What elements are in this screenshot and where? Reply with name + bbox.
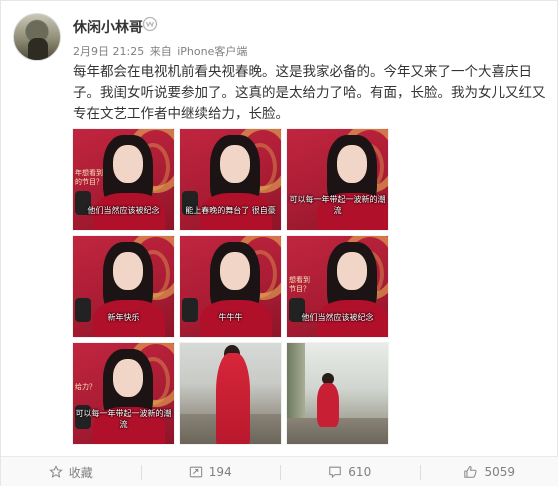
star-icon [48, 465, 63, 478]
username[interactable]: 休闲小林哥 [73, 17, 143, 37]
vip-badge-icon [142, 16, 158, 32]
image-caption: 他们当然应该被纪念 [301, 313, 374, 322]
favorite-button[interactable]: 收藏 [1, 457, 141, 486]
post-text: 每年都会在电视机前看央视春晚。这是我家必备的。今年又来了一个大喜庆日子。我闺女听… [73, 64, 546, 122]
avatar[interactable] [13, 13, 61, 61]
repost-icon [189, 466, 203, 478]
from-label: 来自 [149, 45, 172, 58]
image-caption: 牛牛牛 [218, 313, 243, 322]
comment-button[interactable]: 610 [280, 457, 420, 486]
image-caption: 可以每一年带起一波新的潮流 [75, 409, 172, 429]
post-meta: 2月9日 21:25 来自 iPhone客户端 [73, 43, 247, 59]
repost-count: 194 [208, 465, 232, 479]
image-side-text: 给力？ [75, 383, 96, 391]
weibo-post-card: 休闲小林哥 2月9日 21:25 来自 iPhone客户端 每年都会在电视机前看… [0, 0, 558, 486]
image-caption: 新年快乐 [107, 313, 140, 322]
repost-button[interactable]: 194 [140, 457, 281, 486]
image-grid: 年想看到 的节目？ 他们当然应该被纪念 能上春晚的舞台了 很自豪 可以每一年带起… [72, 128, 390, 446]
grid-image[interactable]: 给力？ 可以每一年带起一波新的潮流 [72, 342, 175, 445]
thumbs-up-icon [464, 466, 478, 478]
grid-image[interactable] [286, 342, 389, 445]
post-timestamp[interactable]: 2月9日 21:25 [73, 45, 144, 58]
comment-count: 610 [348, 465, 372, 479]
client-link[interactable]: iPhone客户端 [177, 45, 247, 58]
comment-icon [329, 466, 342, 479]
like-button[interactable]: 5059 [419, 457, 558, 486]
grid-image[interactable]: 新年快乐 [72, 235, 175, 338]
grid-image[interactable] [179, 342, 282, 445]
grid-image[interactable]: 能上春晚的舞台了 很自豪 [179, 128, 282, 231]
image-side-text: 年想看到 的节目？ [75, 169, 103, 186]
action-bar: 收藏 194 610 5059 [1, 456, 558, 486]
image-caption: 能上春晚的舞台了 很自豪 [185, 206, 276, 215]
grid-image[interactable]: 牛牛牛 [179, 235, 282, 338]
grid-image[interactable]: 年想看到 的节目？ 他们当然应该被纪念 [72, 128, 175, 231]
favorite-label: 收藏 [68, 465, 93, 480]
image-caption: 可以每一年带起一波新的潮流 [289, 195, 386, 215]
image-caption: 他们当然应该被纪念 [87, 206, 160, 215]
grid-image[interactable]: 想看到 节目？ 他们当然应该被纪念 [286, 235, 389, 338]
grid-image[interactable]: 可以每一年带起一波新的潮流 [286, 128, 389, 231]
like-count: 5059 [484, 465, 516, 479]
image-side-text: 想看到 节目？ [289, 276, 310, 293]
